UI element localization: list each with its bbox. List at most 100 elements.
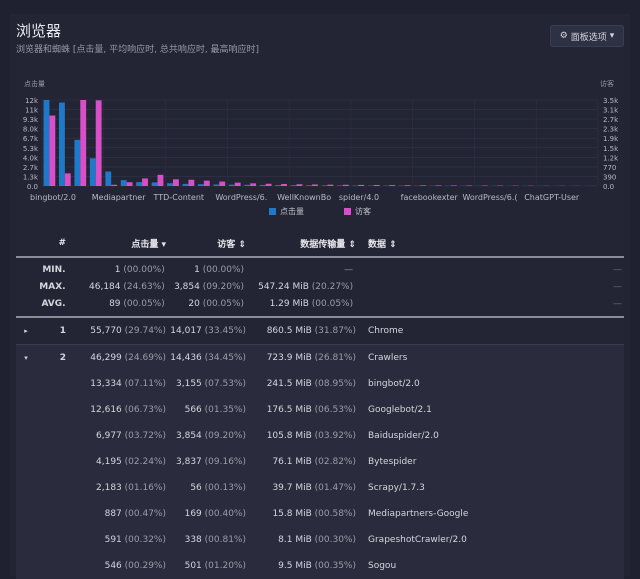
col-data[interactable]: 数据 ⇕ [356,237,618,250]
bar-hits [322,185,328,186]
bar-visitors [358,185,364,186]
bar-visitors [142,178,148,186]
chart-legend: 点击量 访客 [0,206,640,217]
right-tick-label: 2.3k [603,126,619,134]
bar-hits [121,180,127,186]
table-row[interactable]: 4,195 (02.24%)3,837 (09.16%)76.1 MiB (02… [16,449,624,475]
panel-title: 浏览器 [16,20,61,41]
summary-rows: MIN. 1 (00.00%) 1 (00.00%) — — MAX. 46,1… [16,258,624,318]
left-tick-label: 4.0k [23,154,39,162]
chart-svg: 点击量访客12k3.5k11k3.1k9.3k2.7k8.0k2.3k6.7k1… [0,70,640,220]
bar-visitors [49,116,55,186]
table-row[interactable]: 2,183 (01.16%)56 (00.13%)39.7 MiB (01.47… [16,475,624,501]
table-row[interactable]: 546 (00.29%)501 (01.20%)9.5 MiB (00.35%)… [16,553,624,579]
right-tick-label: 1.5k [603,145,619,153]
sort-icon: ⇕ [348,240,356,250]
right-tick-label: 3.1k [603,107,619,115]
bar-visitors [173,179,179,186]
col-hits[interactable]: 点击量 ▾ [66,237,166,250]
bar-hits [213,184,219,186]
right-tick-label: 390 [603,173,616,181]
right-tick-label: 770 [603,164,616,172]
bar-visitors [158,175,164,186]
collapse-icon[interactable]: ▾ [16,354,36,362]
panel-subtitle: 浏览器和蜘蛛 [点击量, 平均响应时, 总共响应时, 最高响应时] [16,42,259,55]
col-bandwidth[interactable]: 数据传输量 ⇕ [246,237,356,250]
x-tick-label: facebookexter [401,193,459,202]
expand-icon[interactable]: ▸ [16,327,36,335]
x-tick-label: bingbot/2.0 [30,193,76,202]
table-row[interactable]: 12,616 (06.73%)566 (01.35%)176.5 MiB (06… [16,397,624,423]
bar-hits [244,185,250,186]
bar-hits [152,182,158,186]
bar-visitors [327,185,333,186]
left-tick-label: 9.3k [23,116,39,124]
bar-hits [90,158,96,186]
table-row[interactable]: ▸ 1 55,770 (29.74%) 14,017 (33.45%) 860.… [16,318,624,345]
panel-options-label: 面板选项 [571,30,607,43]
left-axis-title: 点击量 [24,79,45,88]
bar-visitors [436,185,442,186]
legend-item-hits[interactable]: 点击量 [269,206,304,217]
bar-hits [74,140,80,186]
bar-hits [105,172,111,186]
left-tick-label: 12k [25,97,39,105]
bar-visitors [80,100,86,186]
left-tick-label: 0.0 [27,183,38,191]
crawler-children: 13,334 (07.11%)3,155 (07.53%)241.5 MiB (… [16,371,624,579]
bar-visitors [127,182,133,186]
sort-icon: ⇕ [389,240,397,250]
left-tick-label: 2.7k [23,164,39,172]
left-tick-label: 8.0k [23,126,39,134]
table-row[interactable]: ▾ 2 46,299 (24.69%) 14,436 (34.45%) 723.… [16,345,624,371]
x-tick-label: WordPress/6. [215,193,267,202]
bar-visitors [389,185,395,186]
bar-visitors [96,100,102,186]
left-tick-label: 11k [25,107,39,115]
x-tick-label: ChatGPT-User [524,193,580,202]
bar-hits [167,183,173,186]
table-row[interactable]: 887 (00.47%)169 (00.40%)15.8 MiB (00.58%… [16,501,624,527]
bar-hits [229,185,235,186]
table-header: # 点击量 ▾ 访客 ⇕ 数据传输量 ⇕ 数据 ⇕ [16,230,624,258]
bar-visitors [297,184,303,186]
x-tick-label: Mediapartner [92,193,146,202]
caret-down-icon: ▾ [610,31,615,41]
right-tick-label: 3.5k [603,97,619,105]
legend-item-visitors[interactable]: 访客 [344,206,371,217]
legend-label-visitors: 访客 [355,207,371,216]
left-tick-label: 1.3k [23,173,39,181]
gear-icon: ⚙ [560,31,568,41]
table-row[interactable]: 13,334 (07.11%)3,155 (07.53%)241.5 MiB (… [16,371,624,397]
bar-visitors [451,185,457,186]
bar-visitors [235,183,241,186]
bar-visitors [188,180,194,186]
bar-hits [260,185,266,186]
panel-options-button[interactable]: ⚙ 面板选项 ▾ [550,25,624,47]
bar-hits [352,185,358,186]
right-tick-label: 1.9k [603,135,619,143]
bar-visitors [420,185,426,186]
table-row[interactable]: 6,977 (03.72%)3,854 (09.20%)105.8 MiB (0… [16,423,624,449]
sort-icon: ⇕ [238,240,246,250]
bar-hits [306,185,312,186]
right-tick-label: 1.2k [603,154,619,162]
summary-row-max: MAX. 46,184 (24.63%) 3,854 (09.20%) 547.… [16,278,624,295]
legend-label-hits: 点击量 [280,207,304,216]
col-num: # [36,238,66,248]
bar-visitors [111,185,117,186]
bar-visitors [250,183,256,186]
summary-row-avg: AVG. 89 (00.05%) 20 (00.05%) 1.29 MiB (0… [16,295,624,312]
bar-visitors [65,173,71,186]
right-tick-label: 2.7k [603,116,619,124]
browsers-chart: 点击量访客12k3.5k11k3.1k9.3k2.7k8.0k2.3k6.7k1… [0,70,640,220]
bar-visitors [219,182,225,186]
bar-visitors [343,185,349,186]
summary-row-min: MIN. 1 (00.00%) 1 (00.00%) — — [16,261,624,278]
table-row[interactable]: 591 (00.32%)338 (00.81%)8.1 MiB (00.30%)… [16,527,624,553]
bar-visitors [266,184,272,186]
left-tick-label: 6.7k [23,135,39,143]
col-visitors[interactable]: 访客 ⇕ [166,237,246,250]
bar-hits [337,185,343,186]
bar-visitors [405,185,411,186]
